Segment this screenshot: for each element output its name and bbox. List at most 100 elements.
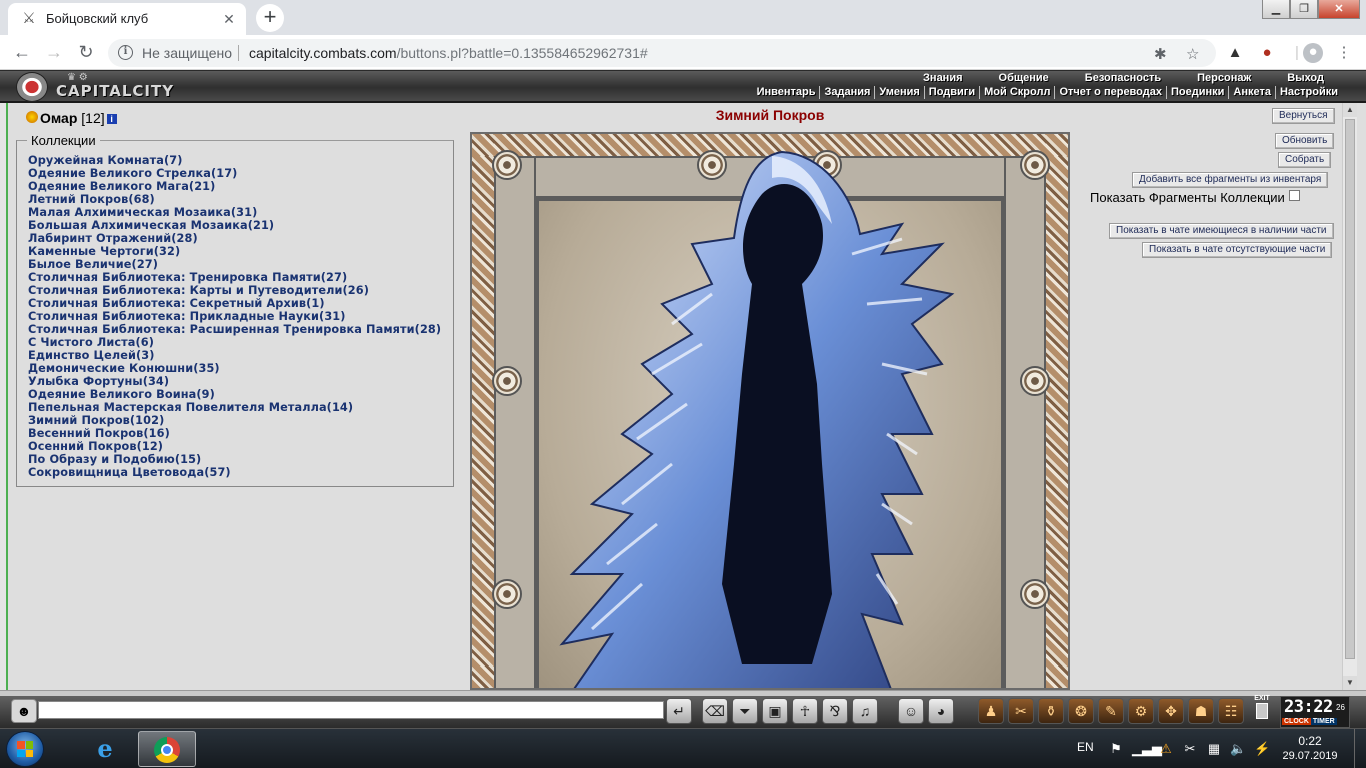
collection-link[interactable]: Пепельная Мастерская Повелителя Металла(…	[28, 401, 441, 414]
collection-link[interactable]: Большая Алхимическая Мозаика(21)	[28, 219, 441, 232]
submenu-battles[interactable]: Поединки	[1165, 86, 1228, 99]
collection-link[interactable]: По Образу и Подобию(15)	[28, 453, 441, 466]
show-fragments-checkbox[interactable]	[1288, 190, 1300, 201]
save-log-icon[interactable]: ▣	[762, 698, 788, 724]
submenu-achievements[interactable]: Подвиги	[923, 86, 979, 99]
chrome-taskbar-button[interactable]	[138, 731, 196, 767]
clock-label[interactable]: CLOCK	[1282, 718, 1311, 725]
minimize-icon[interactable]: ▁	[1262, 0, 1290, 19]
collection-link[interactable]: Столичная Библиотека: Секретный Архив(1)	[28, 297, 441, 310]
collection-link[interactable]: Осенний Покров(12)	[28, 440, 441, 453]
filter-icon[interactable]: ⏷	[732, 698, 758, 724]
collection-link[interactable]: Оружейная Комната(7)	[28, 154, 441, 167]
compass-icon[interactable]: ✥	[1158, 698, 1184, 724]
show-owned-parts-button[interactable]: Показать в чате имеющиеся в наличии част…	[1109, 223, 1334, 239]
volume-icon[interactable]: 🔈	[1230, 741, 1246, 757]
send-enter-icon[interactable]: ↵	[666, 698, 692, 724]
tools-icon[interactable]: ✂	[1008, 698, 1034, 724]
maximize-icon[interactable]: ❐	[1290, 0, 1318, 19]
action-center-flag-icon[interactable]: ⚑	[1108, 741, 1124, 757]
collection-link[interactable]: Единство Целей(3)	[28, 349, 441, 362]
refresh-button[interactable]: Обновить	[1275, 133, 1335, 149]
collection-link[interactable]: Сокровищница Цветовода(57)	[28, 466, 441, 479]
player-info-icon[interactable]: i	[106, 114, 117, 124]
extension-hat-icon[interactable]: ▲	[1226, 44, 1244, 62]
page-scrollbar[interactable]: ▲ ▼	[1342, 103, 1357, 690]
back-button[interactable]: Вернуться	[1272, 108, 1335, 124]
menu-knowledge[interactable]: Знания	[905, 72, 980, 85]
fighter-icon[interactable]: ☥	[792, 698, 818, 724]
reload-icon[interactable]: ↻	[74, 41, 98, 65]
timer-label[interactable]: TIMER	[1310, 718, 1337, 725]
address-bar[interactable]: i Не защищено capitalcity.combats.com/bu…	[108, 39, 1216, 67]
menu-exit[interactable]: Выход	[1269, 72, 1342, 85]
submenu-profile[interactable]: Анкета	[1228, 86, 1275, 99]
extension-puzzle-icon[interactable]: ✱	[1154, 45, 1167, 63]
translit-icon[interactable]: ⅋	[822, 698, 848, 724]
scroll-icon[interactable]: ✎	[1098, 698, 1124, 724]
submenu-quests[interactable]: Задания	[819, 86, 874, 99]
warning-icon[interactable]: ⚠	[1158, 741, 1174, 757]
menu-character[interactable]: Персонаж	[1179, 72, 1269, 85]
collection-link[interactable]: Столичная Библиотека: Прикладные Науки(3…	[28, 310, 441, 323]
network-signal-icon[interactable]: ▁▃▅	[1132, 741, 1162, 757]
internet-explorer-icon[interactable]: e	[76, 731, 134, 767]
scroll-thumb[interactable]	[1345, 119, 1355, 659]
collection-link[interactable]: Демонические Конюшни(35)	[28, 362, 441, 375]
power-icon[interactable]: ⚡	[1254, 741, 1270, 757]
chat-head-icon[interactable]: ☻	[11, 699, 37, 723]
taskbar-date[interactable]: 29.07.2019	[1280, 750, 1340, 762]
smiley-icon[interactable]: ☺	[898, 698, 924, 724]
forward-arrow-icon[interactable]: →	[42, 41, 66, 65]
info-icon[interactable]: i	[118, 45, 133, 60]
collection-link[interactable]: Лабиринт Отражений(28)	[28, 232, 441, 245]
gear-icon[interactable]: ⚙	[1128, 698, 1154, 724]
add-all-fragments-button[interactable]: Добавить все фрагменты из инвентаря	[1132, 172, 1329, 188]
url-text[interactable]: capitalcity.combats.com/buttons.pl?battl…	[249, 45, 648, 61]
submenu-skills[interactable]: Умения	[874, 86, 923, 99]
mask-icon[interactable]: ❂	[1068, 698, 1094, 724]
collection-link[interactable]: Столичная Библиотека: Расширенная Тренир…	[28, 323, 441, 336]
menu-security[interactable]: Безопасность	[1067, 72, 1179, 85]
taskbar-time[interactable]: 0:22	[1280, 734, 1340, 748]
eraser-icon[interactable]: ⌫	[702, 698, 728, 724]
collection-link[interactable]: Столичная Библиотека: Карты и Путеводите…	[28, 284, 441, 297]
exit-button[interactable]: EXIT	[1251, 695, 1273, 725]
show-fragments-toggle[interactable]: Показать Фрагменты Коллекции	[1090, 190, 1300, 205]
collection-link[interactable]: С Чистого Листа(6)	[28, 336, 441, 349]
collection-link[interactable]: Весенний Покров(16)	[28, 427, 441, 440]
collection-link[interactable]: Столичная Библиотека: Тренировка Памяти(…	[28, 271, 441, 284]
close-window-icon[interactable]: ✕	[1318, 0, 1360, 19]
submenu-my-scroll[interactable]: Мой Скролл	[979, 86, 1054, 99]
submenu-inventory[interactable]: Инвентарь	[753, 86, 820, 99]
collection-link[interactable]: Летний Покров(68)	[28, 193, 441, 206]
tool-icon[interactable]: ✂	[1182, 741, 1198, 757]
collection-link[interactable]: Малая Алхимическая Мозаика(31)	[28, 206, 441, 219]
collection-link[interactable]: Былое Величие(27)	[28, 258, 441, 271]
chat-input[interactable]	[38, 701, 664, 719]
app-tray-icon[interactable]: ▦	[1206, 741, 1222, 757]
language-indicator[interactable]: EN	[1077, 740, 1094, 754]
profile-avatar-icon[interactable]: ●	[1303, 43, 1323, 63]
collect-button[interactable]: Собрать	[1278, 152, 1332, 168]
chat-mode-icon[interactable]: ◕	[928, 698, 954, 724]
scroll-down-icon[interactable]: ▼	[1343, 676, 1357, 690]
close-tab-icon[interactable]: ✕	[220, 10, 238, 28]
start-button[interactable]	[6, 731, 44, 767]
players-icon[interactable]: ☗	[1188, 698, 1214, 724]
submenu-transfer-report[interactable]: Отчет о переводах	[1054, 86, 1166, 99]
sound-icon[interactable]: ♫	[852, 698, 878, 724]
scroll-up-icon[interactable]: ▲	[1343, 103, 1357, 117]
collection-link[interactable]: Каменные Чертоги(32)	[28, 245, 441, 258]
submenu-settings[interactable]: Настройки	[1274, 86, 1342, 99]
collection-link[interactable]: Одеяние Великого Воина(9)	[28, 388, 441, 401]
new-tab-button[interactable]: +	[256, 4, 284, 32]
collection-link[interactable]: Улыбка Фортуны(34)	[28, 375, 441, 388]
browser-menu-icon[interactable]: ⋮	[1335, 44, 1353, 62]
back-arrow-icon[interactable]: ←	[10, 41, 34, 65]
browser-tab[interactable]: ⚔ Бойцовский клуб ✕	[8, 3, 246, 35]
collection-link[interactable]: Зимний Покров(102)	[28, 414, 441, 427]
collection-link[interactable]: Одеяние Великого Мага(21)	[28, 180, 441, 193]
bookmark-star-icon[interactable]: ☆	[1186, 45, 1199, 63]
show-missing-parts-button[interactable]: Показать в чате отсутствующие части	[1142, 242, 1333, 258]
